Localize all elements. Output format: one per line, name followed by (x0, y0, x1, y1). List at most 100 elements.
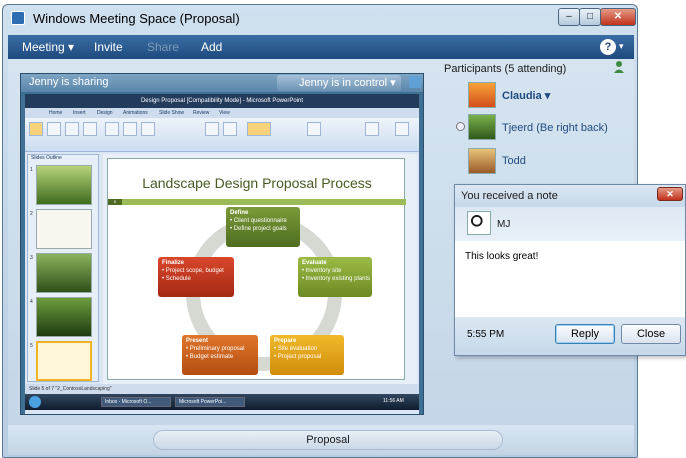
step-title: Prepare (274, 338, 297, 344)
title-bar: Windows Meeting Space (Proposal) – □ ✕ (3, 5, 637, 31)
thumb-number: 1 (30, 167, 33, 173)
share-header: Jenny is sharing Jenny is in control ▾ (21, 74, 423, 92)
slide-thumbnail[interactable] (36, 253, 92, 293)
note-title: You received a note (461, 190, 558, 202)
sharing-label: Jenny is sharing (29, 76, 109, 88)
step-items: • Site evaluation • Project proposal (274, 346, 322, 360)
meeting-footer: Proposal (8, 425, 634, 455)
participant-claudia[interactable]: Claudia ▾ (502, 89, 550, 102)
ribbon-tabs: Home Insert Design Animations Slide Show… (25, 108, 419, 118)
notes-master-icon[interactable] (141, 122, 155, 136)
slide-accent-bar (108, 199, 406, 205)
menu-meeting[interactable]: Meeting ▾ (22, 40, 74, 54)
maximize-button[interactable]: □ (579, 8, 601, 26)
slides-pane-tabs[interactable]: Slides Outline (28, 155, 98, 163)
received-note-dialog: You received a note ✕ MJ This looks grea… (454, 184, 686, 356)
participant-avatar (468, 82, 496, 108)
step-items: • Inventory site • Inventory existing pl… (302, 268, 371, 282)
window-title: Windows Meeting Space (Proposal) (33, 11, 240, 26)
step-title: Present (186, 338, 209, 344)
fit-to-window-icon[interactable] (223, 122, 237, 136)
arrow-icon[interactable] (409, 76, 421, 88)
menu-share: Share (147, 40, 180, 54)
slide-thumbnail[interactable] (36, 165, 92, 205)
taskbar-item[interactable]: Microsoft PowerPoi... (175, 397, 245, 407)
ribbon-tab[interactable]: Insert (73, 110, 86, 116)
remote-taskbar: Inbox - Microsoft O... Microsoft PowerPo… (25, 394, 419, 410)
taskbar-clock: 11:56 AM (383, 398, 404, 404)
step-finalize: Finalize • Project scope, budget • Sched… (158, 257, 234, 297)
powerpoint-status-bar: Slide 5 of 7 "2_ContosoLandscaping" (25, 384, 419, 394)
thumb-number: 2 (30, 211, 33, 217)
ribbon (25, 118, 419, 152)
participant-avatar (468, 114, 496, 140)
meeting-space-icon (11, 11, 25, 25)
slide-thumbnail-selected[interactable] (36, 341, 92, 381)
control-menu-button[interactable]: Jenny is in control ▾ (277, 75, 401, 91)
ribbon-tab[interactable]: Design (97, 110, 113, 116)
add-person-icon[interactable] (612, 60, 626, 74)
thumb-number: 3 (30, 255, 33, 261)
thumb-number: 5 (30, 343, 33, 349)
note-time: 5:55 PM (467, 329, 505, 340)
close-window-button[interactable]: ✕ (600, 8, 636, 26)
reply-button[interactable]: Reply (555, 324, 615, 344)
switch-windows-icon[interactable] (365, 122, 379, 136)
new-window-icon[interactable] (307, 122, 321, 136)
step-items: • Client questionnaire • Define project … (230, 218, 287, 232)
step-evaluate: Evaluate • Inventory site • Inventory ex… (298, 257, 372, 297)
ribbon-tab[interactable]: Home (49, 110, 62, 116)
menu-invite[interactable]: Invite (94, 40, 123, 54)
participants-heading: Participants (5 attending) (444, 63, 567, 75)
help-menu-caret-icon[interactable]: ▾ (619, 41, 624, 52)
step-present: Present • Preliminary proposal • Budget … (182, 335, 258, 375)
ribbon-tab[interactable]: Review (193, 110, 209, 116)
slide-thumbnail[interactable] (36, 209, 92, 249)
start-button-icon[interactable] (29, 396, 41, 408)
ribbon-tab[interactable]: Slide Show (159, 110, 184, 116)
sender-avatar (467, 211, 491, 235)
slide-number: 5 (108, 199, 122, 205)
step-items: • Preliminary proposal • Budget estimate (186, 346, 245, 360)
slide-sorter-icon[interactable] (47, 122, 61, 136)
ribbon-tab[interactable]: View (219, 110, 230, 116)
powerpoint-title: Design Proposal [Compatibility Mode] - M… (25, 94, 419, 108)
note-header: You received a note ✕ (455, 185, 685, 207)
close-button[interactable]: Close (621, 324, 681, 344)
zoom-icon[interactable] (205, 122, 219, 136)
shared-session-view: Jenny is sharing Jenny is in control ▾ D… (20, 73, 424, 415)
close-icon[interactable]: ✕ (657, 187, 683, 201)
meeting-name: Proposal (153, 430, 503, 450)
step-title: Define (230, 210, 249, 216)
help-icon[interactable]: ? (600, 39, 616, 55)
shared-powerpoint-window[interactable]: Design Proposal [Compatibility Mode] - M… (25, 94, 419, 414)
menu-add[interactable]: Add (201, 40, 222, 54)
ribbon-tab[interactable]: Animations (123, 110, 148, 116)
color-icon[interactable] (247, 122, 271, 136)
step-prepare: Prepare • Site evaluation • Project prop… (270, 335, 344, 375)
taskbar-item[interactable]: Inbox - Microsoft O... (101, 397, 171, 407)
slide-show-icon[interactable] (83, 122, 97, 136)
slide-thumbnail[interactable] (36, 297, 92, 337)
handout-master-icon[interactable] (123, 122, 137, 136)
participant-todd[interactable]: Todd (502, 155, 526, 167)
step-define: Define • Client questionnaire • Define p… (226, 207, 300, 247)
macros-icon[interactable] (395, 122, 409, 136)
note-message: This looks great! (465, 251, 539, 262)
slides-pane: Slides Outline 1 2 3 4 5 (27, 154, 99, 382)
minimize-button[interactable]: – (558, 8, 580, 26)
participant-tjeerd[interactable]: Tjeerd (Be right back) (502, 122, 608, 134)
slide-master-icon[interactable] (105, 122, 119, 136)
current-slide[interactable]: Landscape Design Proposal Process 5 Defi… (107, 158, 406, 380)
menu-bar: Meeting ▾ Invite Share Add ? ▾ (8, 35, 634, 59)
step-items: • Project scope, budget • Schedule (162, 268, 224, 282)
note-sender-bar: MJ (455, 207, 685, 241)
notes-page-icon[interactable] (65, 122, 79, 136)
note-sender: MJ (497, 219, 511, 230)
step-title: Finalize (162, 260, 185, 266)
step-title: Evaluate (302, 260, 327, 266)
away-status-icon (456, 122, 465, 131)
normal-view-icon[interactable] (29, 122, 43, 136)
slide-editing-area: Landscape Design Proposal Process 5 Defi… (103, 154, 417, 384)
participant-avatar (468, 148, 496, 174)
